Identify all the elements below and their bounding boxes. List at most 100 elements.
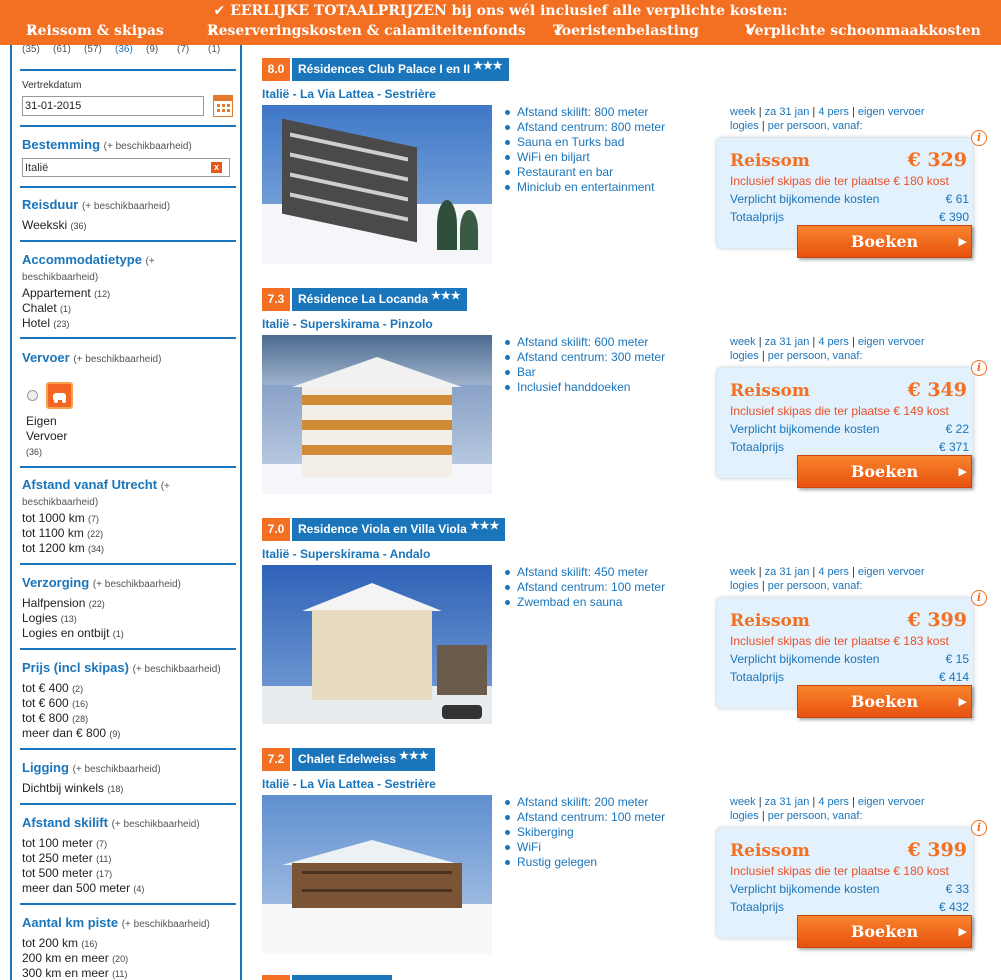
filter-option[interactable]: Logies en ontbijt (1) xyxy=(22,626,124,640)
filter-option[interactable]: Halfpension (22) xyxy=(22,596,105,610)
book-button[interactable]: Boeken ▶ xyxy=(797,915,972,948)
feature-item: Bar xyxy=(503,365,665,380)
arrow-right-icon: ▶ xyxy=(958,925,967,938)
listing-title-link[interactable]: Résidences Club Palace I en II ★★★ xyxy=(292,58,509,81)
listing-photo[interactable] xyxy=(262,335,492,494)
listing-location-link[interactable]: Italië - Superskirama - Pinzolo xyxy=(262,317,433,331)
top-banner: ✔ EERLIJKE TOTAALPRIJZEN bij ons wél incl… xyxy=(0,0,1001,45)
listing-location-link[interactable]: Italië - Superskirama - Andalo xyxy=(262,547,430,561)
filter-option[interactable]: meer dan 500 meter (4) xyxy=(22,881,144,895)
count-link[interactable]: (7) xyxy=(177,45,208,55)
info-icon[interactable]: i xyxy=(971,130,987,146)
book-button[interactable]: Boeken ▶ xyxy=(797,455,972,488)
book-button[interactable]: Boeken ▶ xyxy=(797,225,972,258)
total-price-row: Totaalprijs € 414 xyxy=(730,670,969,684)
filter-option[interactable]: 300 km en meer (11) xyxy=(22,966,127,980)
filter-option[interactable]: tot € 400 (2) xyxy=(22,681,83,695)
filter-option[interactable]: Chalet (1) xyxy=(22,301,71,315)
info-icon[interactable]: i xyxy=(971,820,987,836)
filter-accommodation-title: Accommodatietype (+ beschikbaarheid) xyxy=(22,252,155,284)
feature-item: WiFi en biljart xyxy=(503,150,665,165)
filter-board-title: Verzorging (+ beschikbaarheid) xyxy=(22,575,181,591)
arrow-right-icon: ▶ xyxy=(958,465,967,478)
month-counts: (35) (61) (57) (36) (9) (7) (1) xyxy=(22,45,239,55)
transport-radio[interactable] xyxy=(27,390,38,401)
price-amount: € 399 xyxy=(907,839,968,861)
transport-option-label[interactable]: Eigen xyxy=(26,414,57,428)
listing-photo[interactable] xyxy=(262,795,492,954)
filter-location-title: Ligging (+ beschikbaarheid) xyxy=(22,760,161,776)
listing-title-link[interactable]: Chalet Edelweiss ★★★ xyxy=(292,748,435,771)
filter-transport-title: Vervoer (+ beschikbaarheid) xyxy=(22,350,162,366)
filter-option[interactable]: 200 km en meer (20) xyxy=(22,951,128,965)
count-link[interactable]: (36) xyxy=(115,45,146,55)
listing-photo[interactable] xyxy=(262,105,492,264)
count-link[interactable]: (57) xyxy=(84,45,115,55)
transport-option-label[interactable]: Vervoer xyxy=(26,429,67,443)
listing-card: 7.2 Chalet Edelweiss ★★★ Italië - La Via … xyxy=(262,748,1001,978)
filter-option[interactable]: Weekski (36) xyxy=(22,218,86,232)
listing-title-link[interactable]: Résidence La Locanda ★★★ xyxy=(292,288,467,311)
filter-option[interactable]: tot € 800 (28) xyxy=(22,711,88,725)
filter-option[interactable]: Logies (13) xyxy=(22,611,77,625)
extra-costs-row: Verplicht bijkomende kosten € 33 xyxy=(730,882,969,896)
filter-option[interactable]: tot 1200 km (34) xyxy=(22,541,104,555)
filter-option[interactable]: Hotel (23) xyxy=(22,316,69,330)
booking-meta: week | za 31 jan | 4 pers | eigen vervoe… xyxy=(730,566,925,592)
filter-option[interactable]: tot 250 meter (11) xyxy=(22,851,111,865)
calendar-icon[interactable] xyxy=(213,95,233,117)
filter-option[interactable]: tot 500 meter (17) xyxy=(22,866,112,880)
extra-costs-row: Verplicht bijkomende kosten € 22 xyxy=(730,422,969,436)
filter-option[interactable]: tot 100 meter (7) xyxy=(22,836,107,850)
divider xyxy=(20,186,236,188)
filter-option[interactable]: tot 200 km (16) xyxy=(22,936,97,950)
divider xyxy=(20,803,236,805)
filter-option[interactable]: Dichtbij winkels (18) xyxy=(22,781,123,795)
total-price-row: Totaalprijs € 371 xyxy=(730,440,969,454)
feature-item: Afstand skilift: 450 meter xyxy=(503,565,665,580)
price-amount: € 399 xyxy=(907,609,968,631)
skipas-note: Inclusief skipas die ter plaatse € 149 k… xyxy=(730,404,949,418)
date-label: Vertrekdatum xyxy=(22,80,82,91)
star-rating-icon: ★★★ xyxy=(431,290,461,302)
car-icon[interactable] xyxy=(46,382,73,409)
filter-option[interactable]: tot 1100 km (22) xyxy=(22,526,103,540)
feature-item: Afstand skilift: 600 meter xyxy=(503,335,665,350)
count-link[interactable]: (61) xyxy=(53,45,84,55)
destination-input[interactable]: Italië xyxy=(22,158,230,177)
filter-option[interactable]: tot € 600 (16) xyxy=(22,696,88,710)
feature-item: Zwembad en sauna xyxy=(503,595,665,610)
total-price-row: Totaalprijs € 390 xyxy=(730,210,969,224)
skipas-note: Inclusief skipas die ter plaatse € 183 k… xyxy=(730,634,949,648)
divider xyxy=(20,125,236,127)
listing-location-link[interactable]: Italië - La Via Lattea - Sestrière xyxy=(262,87,436,101)
filter-distance-title: Afstand vanaf Utrecht (+ beschikbaarheid… xyxy=(22,477,170,509)
filter-option[interactable]: meer dan € 800 (9) xyxy=(22,726,120,740)
price-brand: Reissom xyxy=(730,381,810,401)
listing-location-link[interactable]: Italië - La Via Lattea - Sestrière xyxy=(262,777,436,791)
departure-date-input[interactable]: 31-01-2015 xyxy=(22,96,204,116)
price-brand: Reissom xyxy=(730,841,810,861)
info-icon[interactable]: i xyxy=(971,360,987,376)
feature-list: Afstand skilift: 200 meter Afstand centr… xyxy=(503,795,665,870)
book-button[interactable]: Boeken ▶ xyxy=(797,685,972,718)
filter-piste-title: Aantal km piste (+ beschikbaarheid) xyxy=(22,915,210,931)
listing-photo[interactable] xyxy=(262,565,492,724)
filter-option[interactable]: Appartement (12) xyxy=(22,286,110,300)
price-brand: Reissom xyxy=(730,611,810,631)
feature-list: Afstand skilift: 600 meter Afstand centr… xyxy=(503,335,665,395)
listing-title-link[interactable]: Residence Viola en Villa Viola ★★★ xyxy=(292,518,506,541)
skipas-note: Inclusief skipas die ter plaatse € 180 k… xyxy=(730,174,949,188)
rating-badge: 7.0 xyxy=(262,518,290,541)
feature-item: Miniclub en entertainment xyxy=(503,180,665,195)
clear-destination-icon[interactable]: x xyxy=(211,162,222,173)
total-price-row: Totaalprijs € 432 xyxy=(730,900,969,914)
count-link[interactable]: (1) xyxy=(208,45,239,55)
arrow-right-icon: ▶ xyxy=(958,695,967,708)
count-link[interactable]: (9) xyxy=(146,45,177,55)
filter-skilift-title: Afstand skilift (+ beschikbaarheid) xyxy=(22,815,200,831)
info-icon[interactable]: i xyxy=(971,590,987,606)
filter-option[interactable]: tot 1000 km (7) xyxy=(22,511,99,525)
count-link[interactable]: (35) xyxy=(22,45,53,55)
divider xyxy=(20,466,236,468)
